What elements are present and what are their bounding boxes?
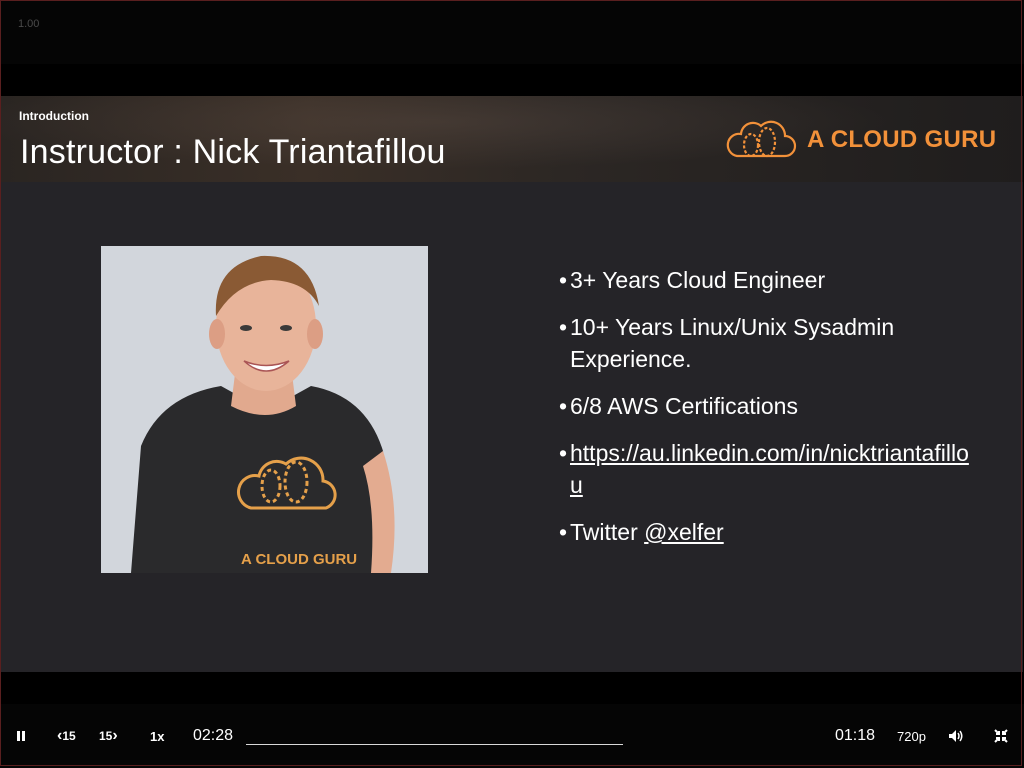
twitter-label: Twitter: [570, 519, 645, 545]
volume-icon: [949, 730, 963, 742]
linkedin-link[interactable]: https://au.linkedin.com/in/nicktriantafi…: [570, 440, 969, 498]
rewind-15-button[interactable]: ‹ 15: [57, 704, 76, 768]
forward-label: 15: [99, 729, 113, 743]
forward-15-button[interactable]: 15 ›: [99, 704, 118, 768]
bullet-text: 3+ Years Cloud Engineer: [570, 267, 826, 293]
elapsed-time: 02:28: [193, 727, 234, 744]
rewind-label: 15: [62, 729, 76, 743]
bullet-item: • 3+ Years Cloud Engineer: [559, 264, 979, 296]
twitter-link[interactable]: @xelfer: [644, 519, 724, 545]
quality-button[interactable]: 720p: [897, 704, 926, 768]
video-slide[interactable]: Introduction Instructor : Nick Triantafi…: [1, 96, 1023, 672]
bullet-text: 10+ Years Linux/Unix Sysadmin Experience…: [570, 314, 895, 372]
bullet-item: • 10+ Years Linux/Unix Sysadmin Experienc…: [559, 311, 979, 375]
slide-title: Instructor : Nick Triantafillou: [20, 133, 446, 171]
brand-logo: A CLOUD GURU: [723, 118, 996, 162]
instructor-photo: A CLOUD GURU: [101, 246, 428, 573]
bullet-list: • 3+ Years Cloud Engineer • 10+ Years Linu…: [559, 264, 979, 563]
bullet-item: • Twitter @xelfer: [559, 519, 724, 545]
bullet-text: 6/8 AWS Certifications: [570, 393, 798, 419]
chevron-right-icon: ›: [112, 727, 118, 744]
section-label: Introduction: [19, 109, 89, 123]
speed-label: 1x: [150, 728, 165, 744]
top-bar: [0, 0, 1024, 64]
exit-fullscreen-icon: [994, 729, 1008, 743]
playback-speed-button[interactable]: 1x: [150, 704, 164, 768]
speed-readout: 1.00: [18, 18, 40, 30]
remaining-time: 01:18: [835, 727, 876, 744]
bullet-item: • 6/8 AWS Certifications: [559, 390, 979, 422]
bullet-item: • https://au.linkedin.com/in/nicktriantaf…: [559, 440, 969, 498]
play-pause-button[interactable]: [14, 704, 28, 768]
shirt-logo-text: A CLOUD GURU: [241, 551, 357, 568]
brand-name: A CLOUD GURU: [807, 126, 997, 153]
player-controls: ‹ 15 15 › 1x 02:28 01:18 720p: [0, 704, 1024, 768]
pause-icon: [17, 731, 25, 741]
progress-bar[interactable]: [246, 744, 623, 745]
cloud-logo-icon: [726, 120, 797, 158]
exit-fullscreen-button[interactable]: [994, 704, 1008, 768]
volume-button[interactable]: [948, 704, 964, 768]
